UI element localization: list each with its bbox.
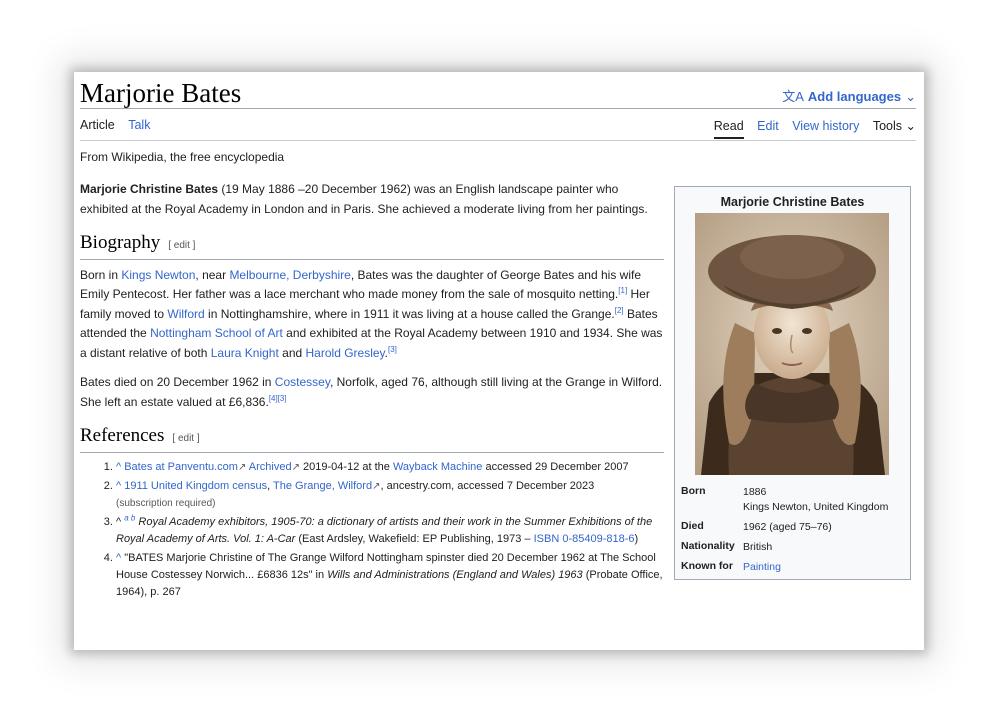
- add-languages-button[interactable]: 文A Add languages ⌄: [782, 86, 916, 105]
- citation-link[interactable]: [4][3]: [269, 394, 287, 403]
- link-the-grange-wilford[interactable]: The Grange, Wilford: [273, 480, 372, 492]
- tab-view-history[interactable]: View history: [792, 119, 859, 133]
- list-item: ^ Bates at Panventu.com↗ Archived↗ 2019-…: [116, 459, 664, 476]
- infobox-label: Known for: [681, 560, 733, 572]
- infobox: Marjorie Christine Bates Born 1886 Kings…: [674, 186, 911, 580]
- link-archived[interactable]: Archived: [249, 461, 292, 473]
- backlink-caret[interactable]: ^: [116, 480, 124, 492]
- infobox-table: Born 1886 Kings Newton, United Kingdom Di…: [681, 483, 906, 578]
- infobox-value: 1886 Kings Newton, United Kingdom: [743, 486, 889, 513]
- infobox-row-born: Born 1886 Kings Newton, United Kingdom: [681, 483, 906, 518]
- link-painting[interactable]: Painting: [743, 561, 781, 573]
- title-bar: Marjorie Bates 文A Add languages ⌄: [80, 76, 916, 109]
- link-melbourne[interactable]: Melbourne, Derbyshire: [229, 268, 350, 282]
- chevron-down-icon: ⌄: [905, 89, 916, 104]
- edit-section-link[interactable]: [ edit ]: [168, 240, 195, 251]
- portrait-svg: [695, 213, 889, 475]
- infobox-row-known-for: Known for Painting: [681, 558, 906, 578]
- death-paragraph: Bates died on 20 December 1962 in Costes…: [80, 375, 663, 409]
- tab-talk[interactable]: Talk: [128, 118, 150, 132]
- add-languages-label: Add languages: [807, 89, 902, 104]
- citation-link[interactable]: [2]: [615, 306, 624, 315]
- portrait-image[interactable]: [695, 213, 889, 475]
- subscription-note: (subscription required): [116, 497, 216, 509]
- wiki-page: Marjorie Bates 文A Add languages ⌄ Article …: [74, 72, 924, 650]
- link-nottingham-school-of-art[interactable]: Nottingham School of Art: [150, 326, 283, 340]
- chevron-down-icon: ⌄: [905, 119, 916, 133]
- subject-name: Marjorie Christine Bates: [80, 182, 219, 196]
- tools-menu[interactable]: Tools ⌄: [873, 118, 916, 133]
- list-item: ^ 1911 United Kingdom census, The Grange…: [116, 478, 664, 512]
- tab-read[interactable]: Read: [713, 119, 744, 139]
- page-tabs: Article Talk Read Edit View history Tool…: [80, 116, 916, 141]
- infobox-row-nationality: Nationality British: [681, 538, 906, 558]
- tab-edit[interactable]: Edit: [757, 119, 779, 133]
- link-wilford[interactable]: Wilford: [167, 307, 204, 321]
- infobox-value: Painting: [743, 558, 906, 578]
- link-wayback-machine[interactable]: Wayback Machine: [393, 461, 482, 473]
- reference-list: ^ Bates at Panventu.com↗ Archived↗ 2019-…: [80, 459, 664, 601]
- external-link-icon: ↗: [237, 461, 247, 473]
- link-laura-knight[interactable]: Laura Knight: [211, 346, 279, 360]
- tab-article[interactable]: Article: [80, 118, 115, 132]
- link-isbn[interactable]: ISBN 0-85409-818-6: [534, 533, 635, 545]
- link-panventu[interactable]: Bates at Panventu.com: [124, 461, 238, 473]
- translate-icon: 文A: [782, 89, 804, 104]
- infobox-label: Died: [681, 520, 704, 532]
- article-body: Marjorie Christine Bates (19 May 1886 –2…: [80, 180, 664, 603]
- section-heading-references: References[ edit ]: [80, 426, 664, 453]
- link-costessey[interactable]: Costessey: [275, 375, 330, 389]
- infobox-title: Marjorie Christine Bates: [720, 195, 865, 209]
- biography-paragraph: Born in Kings Newton, near Melbourne, De…: [80, 267, 663, 360]
- tagline: From Wikipedia, the free encyclopedia: [80, 150, 285, 164]
- section-heading-biography: Biography[ edit ]: [80, 233, 664, 260]
- link-kings-newton[interactable]: Kings Newton: [121, 268, 195, 282]
- edit-section-link[interactable]: [ edit ]: [172, 433, 199, 444]
- backlink-ab[interactable]: a b: [124, 513, 135, 522]
- infobox-label: Born: [681, 485, 706, 497]
- tools-label: Tools: [872, 119, 903, 133]
- external-link-icon: ↗: [291, 461, 300, 473]
- infobox-value: British: [743, 541, 773, 553]
- list-item: ^ a b Royal Academy exhibitors, 1905-70:…: [116, 513, 664, 548]
- list-item: ^ "BATES Marjorie Christine of The Grang…: [116, 550, 664, 601]
- citation-link[interactable]: [3]: [388, 345, 397, 354]
- link-1911-census[interactable]: 1911 United Kingdom census: [124, 480, 267, 492]
- infobox-value: 1962 (aged 75–76): [743, 521, 832, 533]
- citation-link[interactable]: [1]: [618, 286, 627, 295]
- infobox-row-died: Died 1962 (aged 75–76): [681, 518, 906, 538]
- lead-paragraph: Marjorie Christine Bates (19 May 1886 –2…: [80, 182, 648, 216]
- backlink-caret[interactable]: ^: [116, 461, 124, 473]
- backlink-caret[interactable]: ^: [116, 552, 124, 564]
- link-harold-gresley[interactable]: Harold Gresley: [306, 346, 385, 360]
- page-title: Marjorie Bates: [80, 78, 242, 108]
- infobox-label: Nationality: [681, 540, 735, 552]
